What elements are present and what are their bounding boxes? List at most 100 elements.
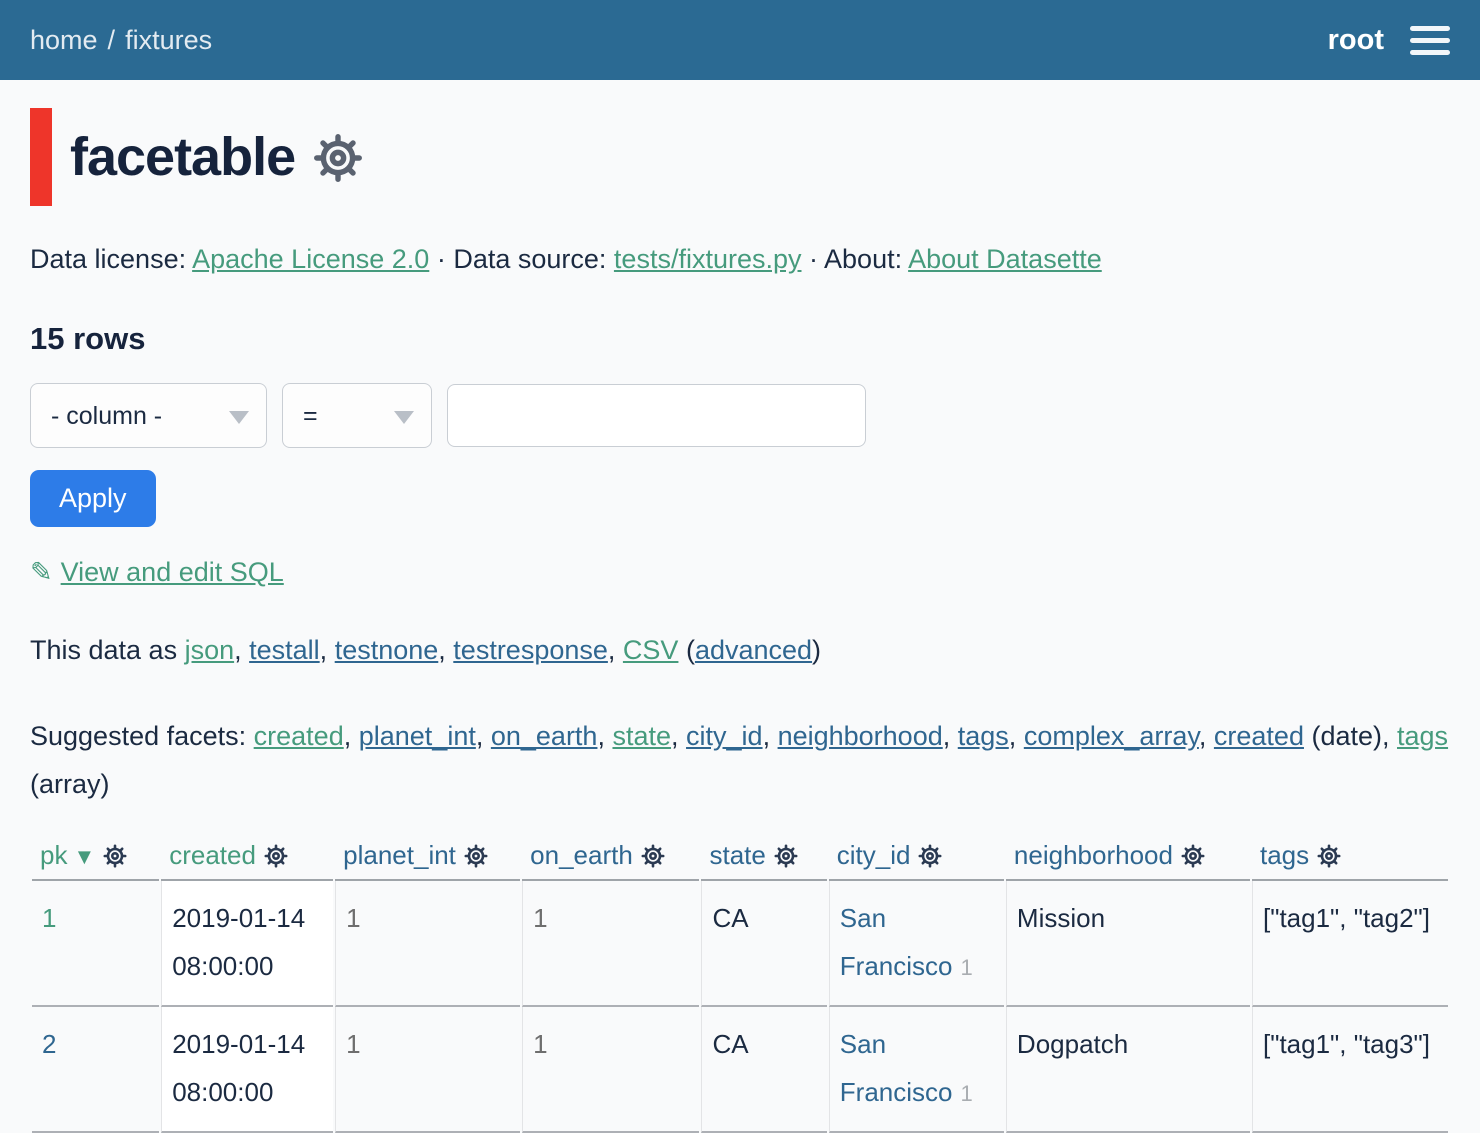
facet-link-created[interactable]: created (1214, 721, 1304, 751)
link-separator: , (438, 635, 453, 665)
export-link-testnone[interactable]: testnone (335, 635, 439, 665)
cell-tags: ["tag1", "tag3"] (1252, 1007, 1448, 1133)
column-header-on_earth: on_earth (522, 834, 699, 881)
facet-link-planet_int[interactable]: planet_int (359, 721, 476, 751)
foreign-key-id: 1 (960, 1081, 972, 1106)
results-table-wrap: pk▼ created planet_int on_earth state city_id… (30, 834, 1450, 1133)
column-cog-icon[interactable] (464, 844, 488, 868)
cell-created: 2019-01-14 08:00:00 (161, 1007, 333, 1133)
column-cog-icon[interactable] (641, 844, 665, 868)
sort-link-state[interactable]: state (709, 840, 765, 870)
export-link-testall[interactable]: testall (249, 635, 320, 665)
title-accent-bar (30, 108, 52, 206)
row-count: 15 rows (30, 321, 1450, 357)
license-link[interactable]: Apache License 2.0 (192, 244, 429, 274)
sort-link-pk[interactable]: pk (40, 840, 67, 870)
column-header-pk: pk▼ (32, 834, 159, 881)
facet-link-city_id[interactable]: city_id (686, 721, 763, 751)
cell-neighborhood: Mission (1006, 881, 1250, 1007)
cell-city_id: San Francisco 1 (829, 881, 1004, 1007)
facets-prefix: Suggested facets: (30, 721, 254, 751)
table-settings-gear-icon[interactable] (313, 133, 363, 188)
cell-value: 1 (533, 903, 547, 933)
facet-link-tags[interactable]: tags (958, 721, 1009, 751)
facet-link-on_earth[interactable]: on_earth (491, 721, 598, 751)
link-separator: , (344, 721, 359, 751)
apply-button[interactable]: Apply (30, 470, 156, 527)
cell-on_earth: 1 (522, 1007, 699, 1133)
cell-value: CA (712, 903, 748, 933)
page-title: facetable (70, 126, 295, 188)
filter-column-select[interactable]: - column - (30, 383, 267, 448)
facet-link-complex_array[interactable]: complex_array (1024, 721, 1199, 751)
table-row: 2 2019-01-14 08:00:00 1 1 CA San Francisco 1 Do… (32, 1007, 1448, 1133)
source-label: Data source: (453, 244, 606, 274)
column-header-planet_int: planet_int (335, 834, 520, 881)
column-cog-icon[interactable] (264, 844, 288, 868)
user-menu-link[interactable]: root (1328, 24, 1384, 57)
sort-desc-icon: ▼ (73, 844, 95, 869)
facet-link-tags[interactable]: tags (1397, 721, 1448, 751)
filter-controls: - column - = (30, 383, 1450, 448)
facet-link-neighborhood[interactable]: neighborhood (778, 721, 943, 751)
source-link[interactable]: tests/fixtures.py (614, 244, 802, 274)
filter-operator-select[interactable]: = (282, 383, 432, 448)
cell-value[interactable]: San Francisco (840, 903, 953, 981)
table-header-row: pk▼ created planet_int on_earth state city_id… (32, 834, 1448, 881)
link-separator: , (671, 721, 686, 751)
table-row: 12019-01-14 08:00:0011CASan Francisco1Mi… (32, 881, 1448, 1007)
sort-link-on_earth[interactable]: on_earth (530, 840, 633, 870)
link-separator: , (597, 721, 612, 751)
export-link-CSV[interactable]: CSV (623, 635, 679, 665)
sort-link-created[interactable]: created (169, 840, 256, 870)
facet-link-state[interactable]: state (612, 721, 671, 751)
sort-link-planet_int[interactable]: planet_int (343, 840, 456, 870)
cell-value: Mission (1017, 903, 1105, 933)
cell-value: 2019-01-14 08:00:00 (172, 903, 305, 981)
sql-line: ✎View and edit SQL (30, 557, 1450, 588)
column-header-tags: tags (1252, 834, 1448, 881)
column-cog-icon[interactable] (774, 844, 798, 868)
export-link-json[interactable]: json (185, 635, 235, 665)
facet-link-created[interactable]: created (254, 721, 344, 751)
cell-value[interactable]: San Francisco (840, 1029, 953, 1107)
cell-value[interactable]: 2 (42, 1029, 56, 1059)
cell-value: 2019-01-14 08:00:00 (172, 1029, 305, 1107)
cell-planet_int: 1 (335, 881, 520, 1007)
view-edit-sql-link[interactable]: View and edit SQL (61, 557, 284, 587)
column-cog-icon[interactable] (1317, 844, 1341, 868)
cell-neighborhood: Dogpatch (1006, 1007, 1250, 1133)
sort-link-neighborhood[interactable]: neighborhood (1014, 840, 1173, 870)
cell-value: ["tag1", "tag3"] (1263, 1029, 1430, 1059)
cell-created: 2019-01-14 08:00:00 (161, 881, 333, 1007)
column-header-neighborhood: neighborhood (1006, 834, 1250, 881)
cell-value: 1 (533, 1029, 547, 1059)
cell-value: 1 (346, 1029, 360, 1059)
gear-icon[interactable] (313, 133, 363, 183)
breadcrumb-separator: / (108, 25, 116, 55)
link-separator: , (234, 635, 249, 665)
hamburger-menu-icon[interactable] (1410, 22, 1450, 59)
column-cog-icon[interactable] (918, 844, 942, 868)
link-separator: , (763, 721, 778, 751)
breadcrumb-current-link[interactable]: fixtures (125, 25, 212, 55)
cell-value[interactable]: 1 (42, 903, 56, 933)
breadcrumb-home-link[interactable]: home (30, 25, 98, 55)
filter-value-input[interactable] (447, 384, 866, 447)
column-cog-icon[interactable] (103, 844, 127, 868)
link-separator: , (320, 635, 335, 665)
foreign-key-id: 1 (960, 955, 972, 980)
cell-on_earth: 1 (522, 881, 699, 1007)
export-link-advanced[interactable]: advanced (695, 635, 812, 665)
cell-state: CA (701, 881, 826, 1007)
export-link-testresponse[interactable]: testresponse (453, 635, 608, 665)
sort-link-city_id[interactable]: city_id (837, 840, 911, 870)
column-cog-icon[interactable] (1181, 844, 1205, 868)
link-separator: , (608, 635, 623, 665)
sort-link-tags[interactable]: tags (1260, 840, 1309, 870)
cell-value: CA (712, 1029, 748, 1059)
cell-pk: 1 (32, 881, 159, 1007)
column-header-state: state (701, 834, 826, 881)
about-label: About: (824, 244, 902, 274)
about-link[interactable]: About Datasette (908, 244, 1102, 274)
